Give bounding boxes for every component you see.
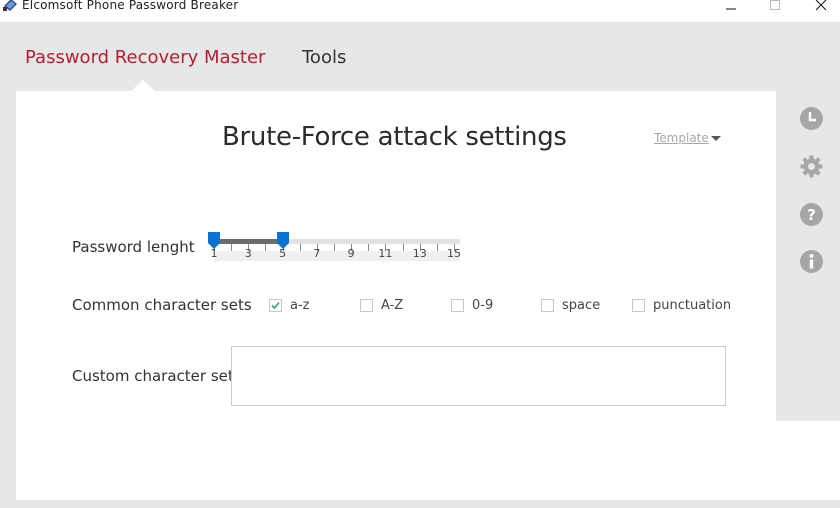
checkbox-label: 0-9 xyxy=(472,297,494,313)
tab-password-recovery-master[interactable]: Password Recovery Master xyxy=(25,47,265,68)
page-title: Brute-Force attack settings xyxy=(222,122,567,152)
checkbox-label: space xyxy=(562,297,601,313)
slider-tick xyxy=(368,244,370,251)
slider-tick xyxy=(334,244,335,251)
checkbox-label: A-Z xyxy=(381,297,404,313)
charset-checkbox-A-Z[interactable]: A-Z xyxy=(360,297,403,313)
minimize-button[interactable] xyxy=(716,0,746,16)
svg-text:?: ? xyxy=(807,206,816,224)
main-nav: Password Recovery Master Tools xyxy=(0,22,840,91)
active-tab-pointer xyxy=(131,80,155,91)
tab-tools[interactable]: Tools xyxy=(302,47,346,68)
charset-checkbox-a-z[interactable]: a-z xyxy=(269,297,309,313)
checkbox[interactable] xyxy=(360,298,373,312)
slider-tick-label: 7 xyxy=(313,247,321,260)
slider-handle-max[interactable] xyxy=(276,232,289,250)
slider-tick-label: 13 xyxy=(412,247,427,260)
maximize-icon xyxy=(770,0,780,10)
checkbox-label: punctuation xyxy=(653,297,732,313)
charset-checkbox-0-9[interactable]: 0-9 xyxy=(451,297,493,313)
history-icon[interactable] xyxy=(800,107,823,130)
slider-tick-label: 11 xyxy=(378,247,393,260)
settings-icon[interactable] xyxy=(800,155,823,178)
charsets-label: Common character sets xyxy=(72,296,252,314)
slider-tick-label: 15 xyxy=(447,247,461,260)
checkmark-icon xyxy=(271,301,280,309)
title-bar: Elcomsoft Phone Password Breaker xyxy=(0,0,840,22)
custom-charset-label: Custom character set xyxy=(72,367,234,385)
checkbox-label: a-z xyxy=(290,297,310,313)
close-button[interactable] xyxy=(806,0,836,16)
password-length-slider[interactable]: 1 3 5 7 9 11 13 15 xyxy=(208,230,464,264)
settings-panel-extension xyxy=(776,421,840,500)
slider-tick-label: 3 xyxy=(244,247,252,260)
slider-tick xyxy=(265,244,267,251)
info-icon[interactable] xyxy=(800,250,823,273)
bottom-border xyxy=(16,500,840,508)
slider-tick xyxy=(436,244,438,251)
checkbox[interactable] xyxy=(632,298,645,312)
slider-tick xyxy=(402,244,404,251)
minimize-icon xyxy=(726,8,736,10)
maximize-button[interactable] xyxy=(760,0,790,16)
window-title: Elcomsoft Phone Password Breaker xyxy=(22,0,239,12)
chevron-down-icon[interactable] xyxy=(711,136,721,141)
help-icon[interactable]: ? xyxy=(800,203,823,226)
checkbox[interactable] xyxy=(269,298,282,312)
charset-checkbox-space[interactable]: space xyxy=(541,297,600,313)
slider-handle-min[interactable] xyxy=(208,232,220,250)
slider-tick-label: 9 xyxy=(347,247,355,260)
slider-tick xyxy=(231,244,233,251)
app-icon xyxy=(3,0,17,11)
checkbox[interactable] xyxy=(451,298,464,312)
charset-checkbox-punctuation[interactable]: punctuation xyxy=(632,297,731,313)
template-dropdown[interactable]: Template xyxy=(654,131,709,145)
close-icon xyxy=(815,0,827,11)
custom-charset-input[interactable] xyxy=(231,346,726,406)
slider-tick xyxy=(299,244,301,251)
checkbox[interactable] xyxy=(541,298,554,312)
password-length-label: Password lenght xyxy=(72,238,195,256)
